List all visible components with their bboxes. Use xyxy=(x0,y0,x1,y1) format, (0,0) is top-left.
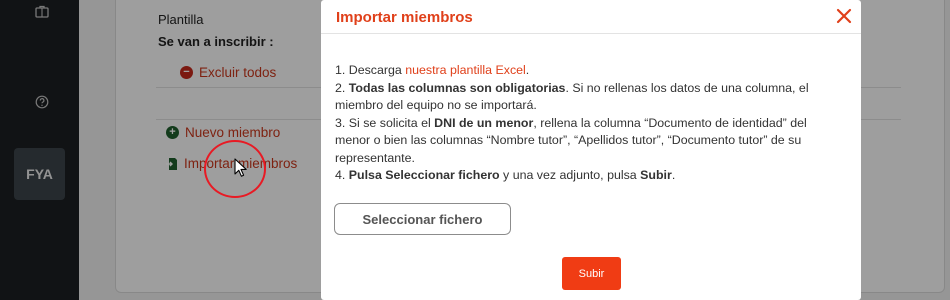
import-members-modal: Importar miembros 1. Descarga nuestra pl… xyxy=(321,0,861,300)
instruction-step-3: 3. Si se solicita el DNI de un menor, re… xyxy=(335,115,807,165)
instruction-step-4: 4. Pulsa Seleccionar fichero y una vez a… xyxy=(335,168,676,182)
select-file-button[interactable]: Seleccionar fichero xyxy=(334,203,511,235)
instruction-step-1: 1. Descarga nuestra plantilla Excel. xyxy=(335,63,530,77)
close-icon[interactable] xyxy=(835,7,853,25)
instruction-step-2: 2. Todas las columnas son obligatorias. … xyxy=(335,80,809,113)
modal-header: Importar miembros xyxy=(321,0,861,34)
import-instructions: 1. Descarga nuestra plantilla Excel. 2. … xyxy=(335,62,845,185)
mouse-cursor-icon xyxy=(234,158,247,177)
submit-button[interactable]: Subir xyxy=(562,257,621,290)
download-template-link[interactable]: nuestra plantilla Excel xyxy=(405,63,526,77)
modal-title: Importar miembros xyxy=(336,9,473,26)
